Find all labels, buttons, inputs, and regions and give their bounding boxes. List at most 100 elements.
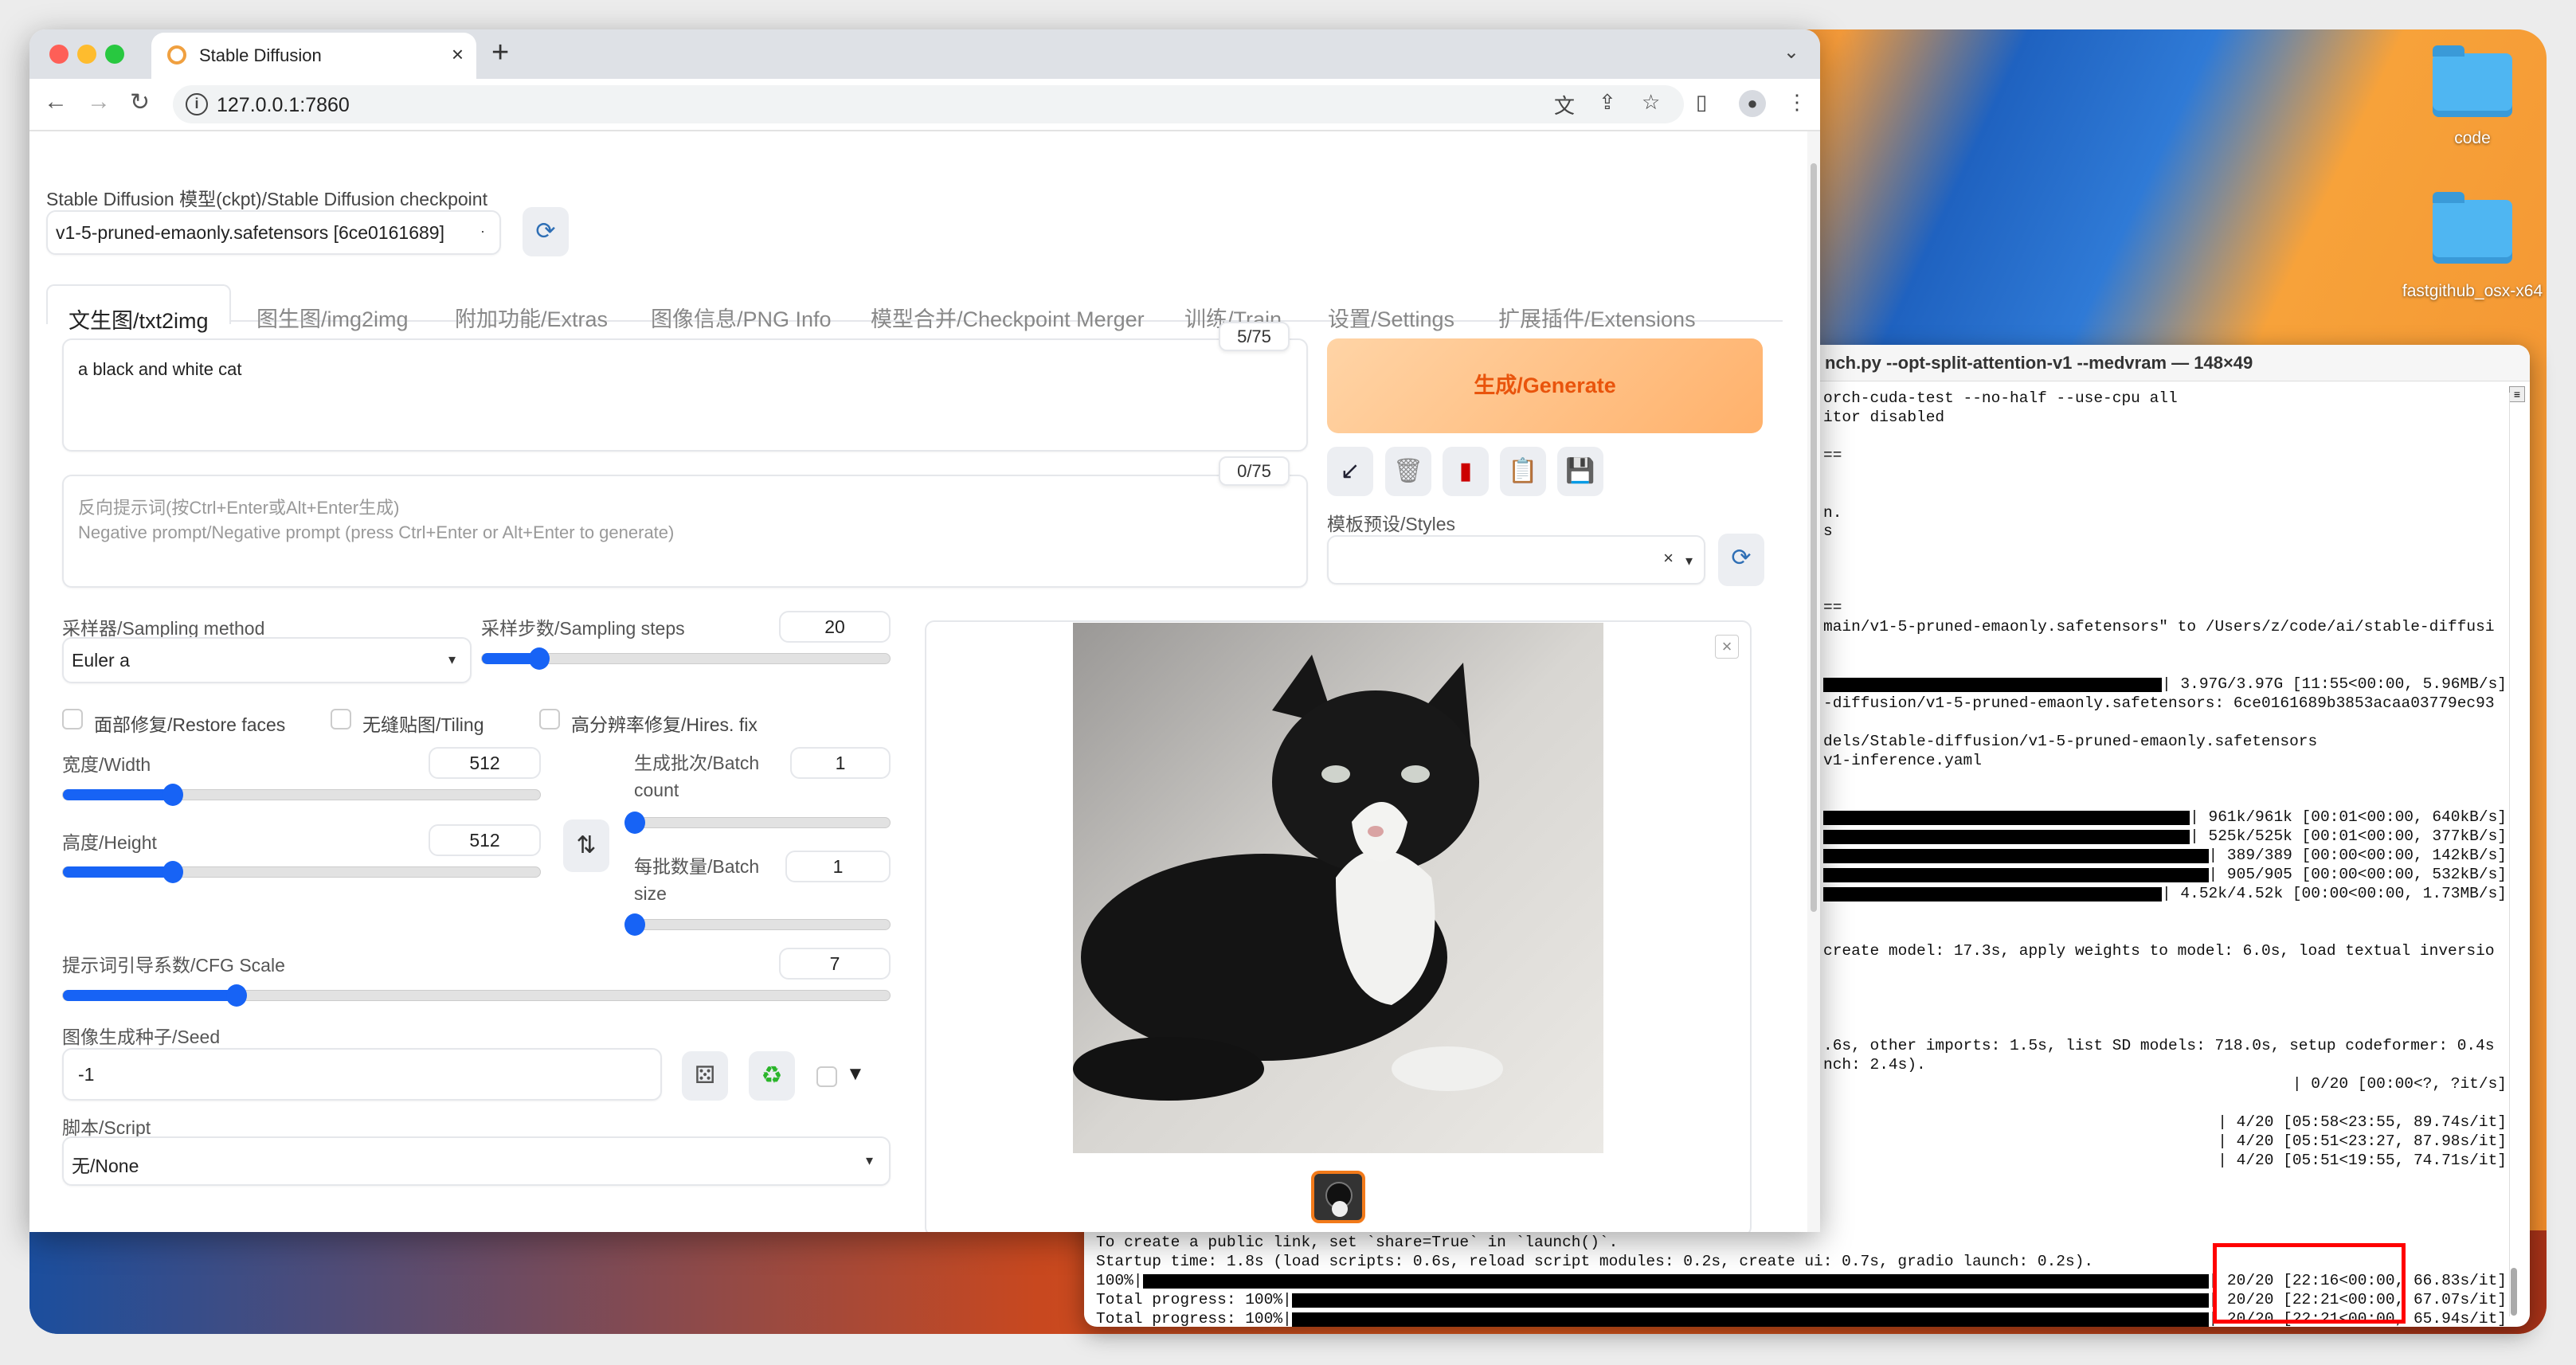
script-label: 脚本/Script [62,1117,151,1138]
styles-label: 模板预设/Styles [1327,514,1456,534]
random-seed-dice-icon[interactable]: ⚄ [682,1051,728,1101]
batch-count-input[interactable]: 1 [790,747,891,779]
tab-img2img[interactable]: 图生图/img2img [256,302,409,333]
slider-thumb[interactable] [528,647,550,670]
tab-search-chevron-icon[interactable]: ⌄ [1783,41,1799,64]
highlight-box [2213,1243,2406,1324]
terminal-line-text: | 4.52k/4.52k [00:00<00:00, 1.73MB/s] [2162,884,2507,902]
tab-png-info[interactable]: 图像信息/PNG Info [651,302,832,333]
back-icon[interactable]: ← [44,88,68,115]
slider-thumb[interactable] [162,784,183,806]
trash-icon[interactable]: 🗑 [1385,447,1431,496]
terminal-line-prefix: Total progress: 100%| [1096,1290,1292,1308]
clipboard-icon[interactable]: 📋 [1500,447,1546,496]
terminal-scrollbar[interactable] [2509,393,2519,1316]
page-scrollbar-thumb[interactable] [1811,163,1817,912]
height-input[interactable]: 512 [429,824,541,856]
image-thumbnail[interactable] [1311,1171,1365,1223]
negative-prompt-textarea[interactable]: 反向提示词(按Ctrl+Enter或Alt+Enter生成) Negative … [62,475,1308,588]
page-scrollbar[interactable] [1807,131,1820,1232]
script-value: 无/None [72,1156,139,1176]
script-dropdown[interactable]: 无/None ▾ [62,1136,891,1186]
slider-thumb[interactable] [162,861,183,883]
batch-count-slider[interactable] [624,812,891,834]
desktop-icon-label-fastgithub[interactable]: fastgithub_osx-x64 [2401,281,2544,302]
batch-size-slider[interactable] [624,913,891,936]
zoom-window-button[interactable] [105,45,124,64]
slider-thumb[interactable] [225,984,247,1007]
site-info-icon[interactable]: i [186,93,208,115]
read-params-arrow-icon[interactable]: ↙ [1327,447,1373,496]
profile-icon[interactable]: ● [1739,90,1766,117]
hires-fix-checkbox[interactable] [539,709,560,729]
terminal-line-text: .6s, other imports: 1.5s, list SD models… [1823,1037,2495,1055]
forward-icon[interactable]: → [87,88,111,115]
refresh-styles-button[interactable]: ⟳ [1718,534,1764,586]
seed-input[interactable]: -1 [62,1048,662,1101]
refresh-checkpoint-button[interactable]: ⟳ [523,207,569,256]
progress-bar [1291,1293,2209,1308]
url-text[interactable]: 127.0.0.1:7860 [217,94,350,117]
sampling-steps-input[interactable]: 20 [779,611,891,643]
reload-icon[interactable]: ↻ [130,88,150,116]
generated-cat-image[interactable] [1073,623,1603,1153]
slider-thumb[interactable] [624,812,645,834]
terminal-line: | 525k/525k [00:01<00:00, 377kB/s] [1823,827,2507,847]
translate-icon[interactable]: 文 [1554,90,1575,119]
star-icon[interactable]: ☆ [1642,90,1660,115]
tab-txt2img[interactable]: 文生图/txt2img [46,284,231,333]
menu-icon[interactable]: ⋮ [1787,90,1807,115]
checkpoint-dropdown[interactable]: v1-5-pruned-emaonly.safetensors [6ce0161… [46,210,501,255]
tab-strip: 文生图/txt2img 图生图/img2img 附加功能/Extras 图像信息… [46,284,1783,333]
swap-dimensions-icon[interactable]: ⇅ [563,819,609,872]
height-slider[interactable] [62,861,541,883]
save-style-icon[interactable]: 💾 [1557,447,1603,496]
slider-fill [63,789,173,800]
tab-checkpoint-merger[interactable]: 模型合并/Checkpoint Merger [871,302,1145,333]
extra-seed-checkbox[interactable] [816,1066,837,1087]
tiling-checkbox[interactable] [331,709,351,729]
reuse-seed-recycle-icon[interactable]: ♻ [749,1051,795,1101]
cfg-scale-input[interactable]: 7 [779,948,891,980]
address-bar[interactable]: i 127.0.0.1:7860 [173,85,1684,123]
width-input[interactable]: 512 [429,747,541,779]
slider-thumb[interactable] [624,913,645,936]
favicon-icon [167,45,186,65]
terminal-line: n. [1823,504,2507,523]
dropdown-caret-icon: ▾ [865,1152,873,1168]
close-tab-icon[interactable]: × [452,42,464,67]
extra-seed-toggle-icon[interactable]: ▼ [846,1063,865,1085]
folder-icon[interactable] [2433,45,2512,117]
new-tab-button[interactable]: + [491,36,509,70]
terminal-scrollbar-thumb[interactable] [2511,1268,2517,1316]
tab-extensions[interactable]: 扩展插件/Extensions [1498,302,1696,333]
cfg-scale-slider[interactable] [62,984,891,1007]
restore-faces-checkbox[interactable] [62,709,83,729]
close-image-icon[interactable]: × [1715,635,1739,659]
extra-networks-icon[interactable]: ▮ [1443,447,1489,496]
folder-icon[interactable] [2433,192,2512,264]
sidebar-icon[interactable]: ▯ [1696,90,1707,115]
generate-button[interactable]: 生成/Generate [1327,338,1763,433]
sampling-steps-slider[interactable] [481,647,891,670]
progress-bar [1291,1312,2209,1327]
terminal-line-text: | 525k/525k [00:01<00:00, 377kB/s] [2190,827,2507,846]
width-slider[interactable] [62,784,541,806]
slider-fill [63,990,237,1001]
minimize-window-button[interactable] [77,45,96,64]
tab-extras[interactable]: 附加功能/Extras [455,302,608,333]
tab-settings[interactable]: 设置/Settings [1328,302,1454,333]
share-icon[interactable]: ⇪ [1599,90,1616,115]
sampling-method-dropdown[interactable]: Euler a ▾ [62,637,472,683]
desktop-icon-label-code[interactable]: code [2401,128,2544,149]
batch-size-input[interactable]: 1 [785,851,891,882]
slider-fill [63,866,173,878]
sampling-steps-label: 采样步数/Sampling steps [481,618,685,639]
browser-tab[interactable]: Stable Diffusion × [151,33,476,79]
clear-icon[interactable]: × [1663,548,1674,569]
styles-dropdown[interactable]: × ▾ [1327,535,1705,585]
close-window-button[interactable] [49,45,69,64]
prompt-textarea[interactable]: a black and white cat [62,338,1308,452]
terminal-line: orch-cuda-test --no-half --use-cpu all [1823,389,2507,409]
